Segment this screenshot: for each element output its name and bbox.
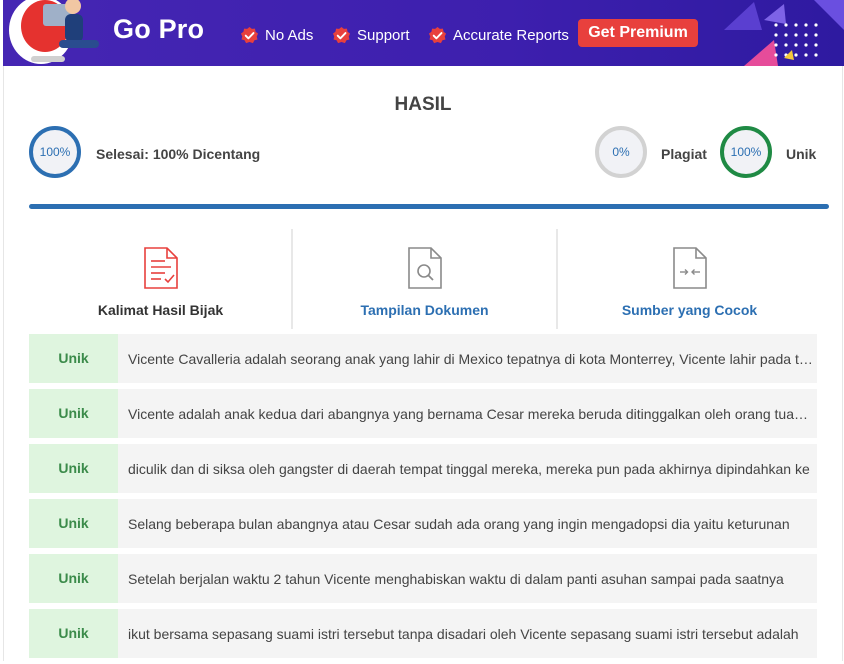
sentence-text: Selang beberapa bulan abangnya atau Cesa…	[128, 516, 790, 532]
feature-label: No Ads	[265, 27, 314, 44]
status-badge: Unik	[29, 554, 118, 603]
sentence-row[interactable]: Unik ikut bersama sepasang suami istri t…	[29, 609, 817, 658]
feature-support: Support	[332, 26, 410, 45]
feature-label: Accurate Reports	[453, 27, 569, 44]
check-badge-icon	[240, 26, 259, 44]
completion-label: Selesai: 100% Dicentang	[96, 146, 261, 162]
plagiat-ring: 0%	[595, 126, 647, 178]
sentence-text: ikut bersama sepasang suami istri terseb…	[128, 626, 799, 642]
unik-ring: 100%	[720, 126, 772, 178]
sentence-row[interactable]: Unik Setelah berjalan waktu 2 tahun Vice…	[29, 554, 817, 603]
sentence-row[interactable]: Unik Selang beberapa bulan abangnya atau…	[29, 499, 817, 548]
sentence-row[interactable]: Unik Vicente adalah anak kedua dari aban…	[29, 389, 817, 438]
result-tabs: Kalimat Hasil Bijak Tampilan Dokumen Sum	[29, 229, 819, 329]
feature-no-ads: No Ads	[240, 26, 313, 45]
tab-kalimat-hasil-bijak[interactable]: Kalimat Hasil Bijak	[29, 229, 292, 329]
status-badge: Unik	[29, 389, 118, 438]
result-heading: HASIL	[394, 94, 452, 115]
sentence-text: diculik dan di siksa oleh gangster di da…	[128, 461, 810, 477]
status-badge: Unik	[29, 334, 118, 383]
feature-accurate-reports: Accurate Reports	[428, 26, 569, 45]
tab-label: Sumber yang Cocok	[621, 302, 758, 318]
go-pro-banner: Go Pro No Ads Support Accurate Reports G…	[3, 0, 844, 66]
completion-ring: 100%	[29, 126, 81, 178]
check-badge-icon	[332, 26, 351, 44]
person-in-chair-illustration	[9, 0, 99, 64]
tab-label: Tampilan Dokumen	[360, 302, 489, 318]
status-badge: Unik	[29, 609, 118, 658]
tab-tampilan-dokumen[interactable]: Tampilan Dokumen	[293, 229, 556, 329]
sentence-row[interactable]: Unik Vicente Cavalleria adalah seorang a…	[29, 334, 817, 383]
sentence-text: Vicente adalah anak kedua dari abangnya …	[128, 406, 817, 422]
status-badge: Unik	[29, 499, 118, 548]
sentence-text: Vicente Cavalleria adalah seorang anak y…	[128, 351, 817, 367]
sentence-text: Setelah berjalan waktu 2 tahun Vicente m…	[128, 571, 784, 587]
tab-label: Kalimat Hasil Bijak	[97, 302, 224, 318]
go-pro-title: Go Pro	[113, 14, 205, 44]
get-premium-button[interactable]: Get Premium	[578, 19, 698, 47]
document-compare-icon	[672, 247, 707, 289]
document-search-icon	[407, 247, 442, 289]
unik-label: Unik	[786, 146, 817, 162]
decorative-shapes	[724, 0, 844, 66]
progress-bar	[29, 204, 829, 209]
status-badge: Unik	[29, 444, 118, 493]
feature-label: Support	[357, 27, 410, 44]
plagiat-label: Plagiat	[661, 146, 707, 162]
sentence-list: Unik Vicente Cavalleria adalah seorang a…	[29, 334, 817, 664]
result-card: HASIL 100% Selesai: 100% Dicentang 0% Pl…	[3, 66, 843, 661]
check-badge-icon	[428, 26, 447, 44]
document-check-icon	[143, 247, 178, 289]
tab-sumber-yang-cocok[interactable]: Sumber yang Cocok	[558, 229, 821, 329]
sentence-row[interactable]: Unik diculik dan di siksa oleh gangster …	[29, 444, 817, 493]
